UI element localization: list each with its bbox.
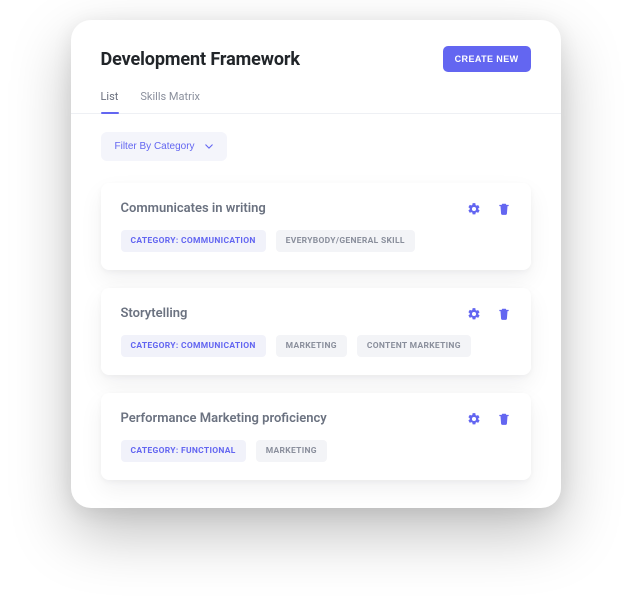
header-row: Development Framework CREATE NEW — [101, 46, 531, 72]
skill-card: Storytelling CATEGORY: COMMUNICATION MARKE… — [101, 288, 531, 375]
tag: MARKETING — [256, 440, 327, 462]
tag: MARKETING — [276, 335, 347, 357]
trash-icon[interactable] — [497, 412, 511, 426]
skill-actions — [467, 412, 511, 426]
content: Filter By Category Communicates in writi… — [71, 132, 561, 480]
tag-row: CATEGORY: COMMUNICATION EVERYBODY/GENERAL… — [121, 230, 511, 252]
create-new-button[interactable]: CREATE NEW — [443, 46, 531, 72]
gear-icon[interactable] — [467, 307, 481, 321]
tab-list[interactable]: List — [101, 90, 119, 113]
category-tag: CATEGORY: COMMUNICATION — [121, 230, 266, 252]
category-tag: CATEGORY: COMMUNICATION — [121, 335, 266, 357]
tag: CONTENT MARKETING — [357, 335, 471, 357]
page-title: Development Framework — [101, 49, 300, 70]
divider — [71, 113, 561, 114]
filter-label: Filter By Category — [115, 141, 195, 152]
category-tag: CATEGORY: FUNCTIONAL — [121, 440, 246, 462]
skill-title: Performance Marketing proficiency — [121, 411, 327, 426]
panel-header: Development Framework CREATE NEW List Ski… — [71, 46, 561, 113]
filter-by-category-button[interactable]: Filter By Category — [101, 132, 227, 161]
trash-icon[interactable] — [497, 202, 511, 216]
tabs: List Skills Matrix — [101, 90, 531, 113]
skill-card: Communicates in writing CATEGORY: COMMUNI… — [101, 183, 531, 270]
trash-icon[interactable] — [497, 307, 511, 321]
skill-title: Communicates in writing — [121, 201, 266, 216]
skill-actions — [467, 202, 511, 216]
panel: Development Framework CREATE NEW List Ski… — [71, 20, 561, 508]
filter-row: Filter By Category — [101, 132, 531, 161]
skill-title: Storytelling — [121, 306, 188, 321]
tag-row: CATEGORY: FUNCTIONAL MARKETING — [121, 440, 511, 462]
skill-card-head: Performance Marketing proficiency — [121, 411, 511, 426]
tag-row: CATEGORY: COMMUNICATION MARKETING CONTENT … — [121, 335, 511, 357]
chevron-down-icon — [205, 143, 213, 151]
gear-icon[interactable] — [467, 202, 481, 216]
skill-card: Performance Marketing proficiency CATEGOR… — [101, 393, 531, 480]
skill-card-head: Communicates in writing — [121, 201, 511, 216]
skill-actions — [467, 307, 511, 321]
tag: EVERYBODY/GENERAL SKILL — [276, 230, 415, 252]
tab-skills-matrix[interactable]: Skills Matrix — [140, 90, 200, 113]
skill-cards: Communicates in writing CATEGORY: COMMUNI… — [101, 183, 531, 480]
skill-card-head: Storytelling — [121, 306, 511, 321]
gear-icon[interactable] — [467, 412, 481, 426]
